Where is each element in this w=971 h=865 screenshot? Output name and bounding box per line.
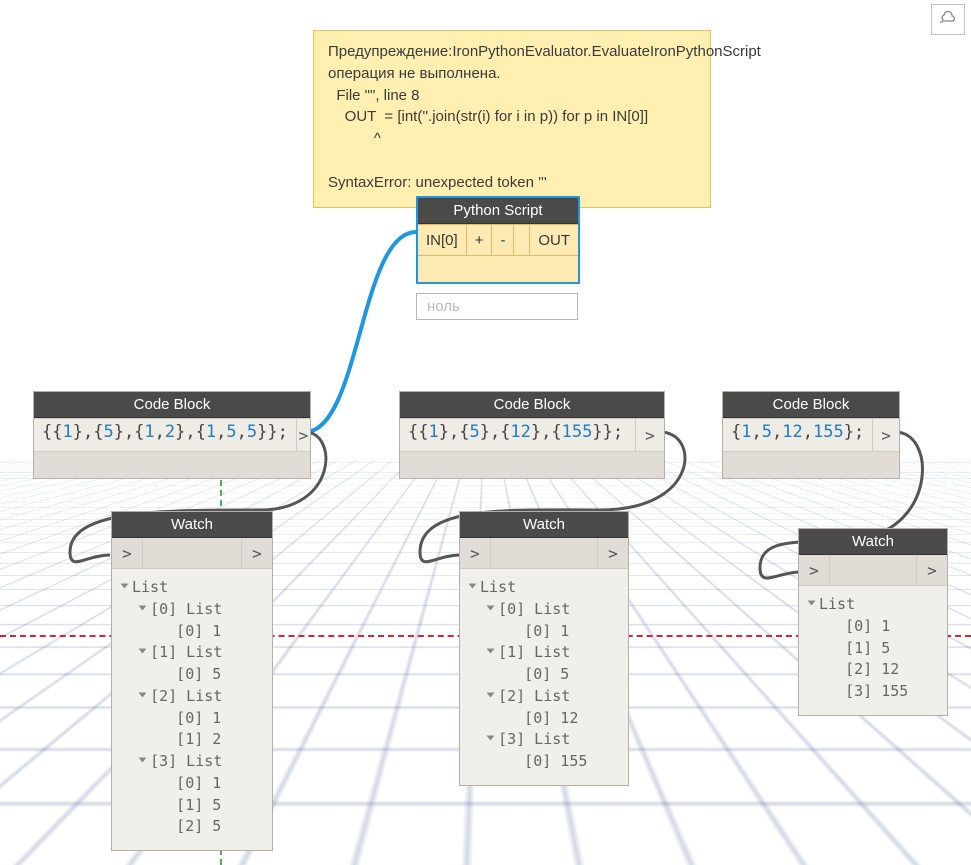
python-add-port-button[interactable]: +	[467, 225, 493, 255]
expand-icon[interactable]	[139, 605, 147, 610]
watch-1-body: List [0] List [0] 1 [1] List [0] 5 [2] L…	[112, 568, 272, 850]
python-node-title: Python Script	[418, 198, 578, 224]
watch-1-in-port[interactable]: >	[112, 538, 143, 568]
expand-icon[interactable]	[139, 649, 147, 654]
code-block-2-title: Code Block	[400, 392, 664, 418]
watch-3-title: Watch	[799, 529, 947, 555]
code-block-2-footer	[400, 451, 664, 478]
code-block-1-out-port[interactable]: >	[296, 419, 310, 451]
expand-icon[interactable]	[121, 584, 129, 589]
code-block-3-code[interactable]: {1,5,12,155};	[723, 419, 872, 451]
navigator-toggle-button[interactable]	[931, 4, 965, 35]
watch-2-title: Watch	[460, 512, 628, 538]
dynamo-canvas[interactable]: Предупреждение:IronPythonEvaluator.Evalu…	[0, 0, 971, 865]
watch-2-out-port[interactable]: >	[597, 538, 628, 568]
watch-1-title: Watch	[112, 512, 272, 538]
expand-icon[interactable]	[487, 692, 495, 697]
expand-icon[interactable]	[487, 736, 495, 741]
code-block-3-title: Code Block	[723, 392, 899, 418]
watch-3-out-port[interactable]: >	[916, 555, 947, 585]
expand-icon[interactable]	[469, 584, 477, 589]
expand-icon[interactable]	[487, 605, 495, 610]
code-block-3[interactable]: Code Block {1,5,12,155}; >	[722, 391, 900, 479]
watch-3-body: List [0] 1 [1] 5 [2] 12 [3] 155	[799, 585, 947, 715]
warning-tooltip: Предупреждение:IronPythonEvaluator.Evalu…	[313, 30, 711, 208]
expand-icon[interactable]	[808, 601, 816, 606]
python-in0-port[interactable]: IN[0]	[418, 225, 467, 255]
node-search-placeholder: ноль	[427, 298, 460, 315]
code-block-2[interactable]: Code Block {{1},{5},{12},{155}}; >	[399, 391, 665, 479]
code-block-2-code[interactable]: {{1},{5},{12},{155}};	[400, 419, 635, 451]
warning-line-4: ^	[328, 130, 381, 147]
code-block-2-out-port[interactable]: >	[635, 419, 664, 451]
cloud-icon	[939, 10, 957, 24]
code-block-1-code[interactable]: {{1},{5},{1,2},{1,5,5}};	[34, 419, 296, 451]
watch-3-in-port[interactable]: >	[799, 555, 830, 585]
code-block-1-title: Code Block	[34, 392, 310, 418]
watch-3[interactable]: Watch > > List [0] 1 [1] 5 [2] 12 [3] 15…	[798, 528, 948, 716]
watch-1[interactable]: Watch > > List [0] List [0] 1 [1] List […	[111, 511, 273, 851]
warning-line-3: OUT = [int(''.join(str(i) for i in p)) f…	[328, 108, 648, 125]
code-block-3-footer	[723, 451, 899, 478]
code-block-3-out-port[interactable]: >	[872, 419, 899, 451]
python-node-body	[418, 255, 578, 282]
watch-2-in-port[interactable]: >	[460, 538, 491, 568]
warning-line-5: SyntaxError: unexpected token '''	[328, 174, 547, 191]
warning-line-2: File "", line 8	[328, 87, 420, 104]
code-block-1[interactable]: Code Block {{1},{5},{1,2},{1,5,5}}; >	[33, 391, 311, 479]
expand-icon[interactable]	[139, 758, 147, 763]
code-block-1-footer	[34, 451, 310, 478]
expand-icon[interactable]	[487, 649, 495, 654]
python-script-node[interactable]: Python Script IN[0] + - OUT	[416, 196, 580, 284]
watch-2-body: List [0] List [0] 1 [1] List [0] 5 [2] L…	[460, 568, 628, 785]
expand-icon[interactable]	[139, 692, 147, 697]
warning-line-1: Предупреждение:IronPythonEvaluator.Evalu…	[328, 43, 761, 82]
node-search-input[interactable]: ноль	[416, 293, 578, 320]
python-remove-port-button[interactable]: -	[492, 225, 514, 255]
watch-2[interactable]: Watch > > List [0] List [0] 1 [1] List […	[459, 511, 629, 786]
python-out-port[interactable]: OUT	[529, 225, 578, 255]
watch-1-out-port[interactable]: >	[241, 538, 272, 568]
